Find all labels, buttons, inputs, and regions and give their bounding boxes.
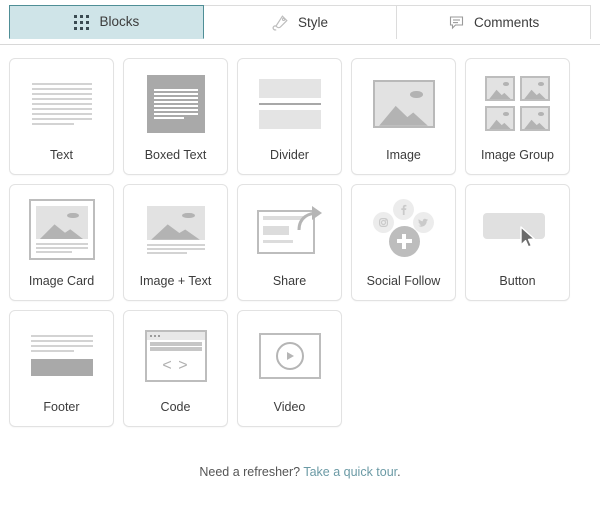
tab-comments-label: Comments <box>474 14 540 30</box>
footer-block-icon <box>10 311 113 401</box>
image-block-icon <box>352 59 455 149</box>
boxed-text-block-icon <box>124 59 227 149</box>
block-tile-image-card[interactable]: Image Card <box>9 184 114 301</box>
block-tile-social-follow[interactable]: Social Follow <box>351 184 456 301</box>
block-tile-code[interactable]: < > Code <box>123 310 228 427</box>
block-tile-footer[interactable]: Footer <box>9 310 114 427</box>
block-tile-image-group[interactable]: Image Group <box>465 58 570 175</box>
facebook-icon <box>392 198 414 220</box>
text-block-icon <box>10 59 113 149</box>
block-tile-label: Video <box>273 399 306 414</box>
refresher-note-period: . <box>397 465 401 479</box>
cursor-arrow-icon <box>519 226 535 248</box>
add-social-icon <box>388 225 420 257</box>
block-tile-label: Image <box>386 147 421 162</box>
instagram-icon <box>372 211 394 233</box>
button-block-icon <box>466 185 569 275</box>
block-tile-label: Button <box>499 273 536 288</box>
block-tile-text[interactable]: Text <box>9 58 114 175</box>
block-grid: Text Boxed Text Divider Image Image Grou… <box>0 45 600 427</box>
view-tabs: Blocks Style Comments <box>0 0 600 45</box>
block-tile-label: Divider <box>270 147 309 162</box>
block-tile-label: Boxed Text <box>144 147 207 162</box>
block-tile-label: Text <box>50 147 73 162</box>
image-card-block-icon <box>10 185 113 275</box>
divider-block-icon <box>238 59 341 149</box>
block-tile-button[interactable]: Button <box>465 184 570 301</box>
image-text-block-icon <box>124 185 227 275</box>
tab-style-label: Style <box>298 14 329 30</box>
block-tile-label: Code <box>160 399 191 414</box>
block-tile-share[interactable]: Share <box>237 184 342 301</box>
quick-tour-link[interactable]: Take a quick tour <box>303 465 397 479</box>
video-block-icon <box>238 311 341 401</box>
block-tile-divider[interactable]: Divider <box>237 58 342 175</box>
block-tile-video[interactable]: Video <box>237 310 342 427</box>
block-tile-label: Image Group <box>481 147 554 162</box>
code-glyph: < > <box>162 356 189 374</box>
block-tile-boxed-text[interactable]: Boxed Text <box>123 58 228 175</box>
code-block-icon: < > <box>124 311 227 401</box>
refresher-note-text: Need a refresher? <box>199 465 304 479</box>
block-tile-image[interactable]: Image <box>351 58 456 175</box>
share-block-icon <box>238 185 341 275</box>
social-follow-block-icon <box>352 185 455 275</box>
block-tile-image-text[interactable]: Image + Text <box>123 184 228 301</box>
paint-tag-icon <box>272 14 289 31</box>
image-group-block-icon <box>466 59 569 149</box>
speech-bubble-icon <box>448 14 465 31</box>
twitter-icon <box>412 211 434 233</box>
block-tile-label: Share <box>272 273 307 288</box>
block-tile-label: Footer <box>43 399 80 414</box>
grid-dots-icon <box>73 14 90 31</box>
tab-comments[interactable]: Comments <box>396 5 592 39</box>
tab-blocks[interactable]: Blocks <box>9 5 204 39</box>
tab-style[interactable]: Style <box>202 5 398 39</box>
block-tile-label: Image Card <box>28 273 95 288</box>
block-tile-label: Social Follow <box>366 273 441 288</box>
tab-blocks-label: Blocks <box>99 14 140 30</box>
refresher-note: Need a refresher? Take a quick tour. <box>0 427 600 479</box>
block-tile-label: Image + Text <box>139 273 212 288</box>
